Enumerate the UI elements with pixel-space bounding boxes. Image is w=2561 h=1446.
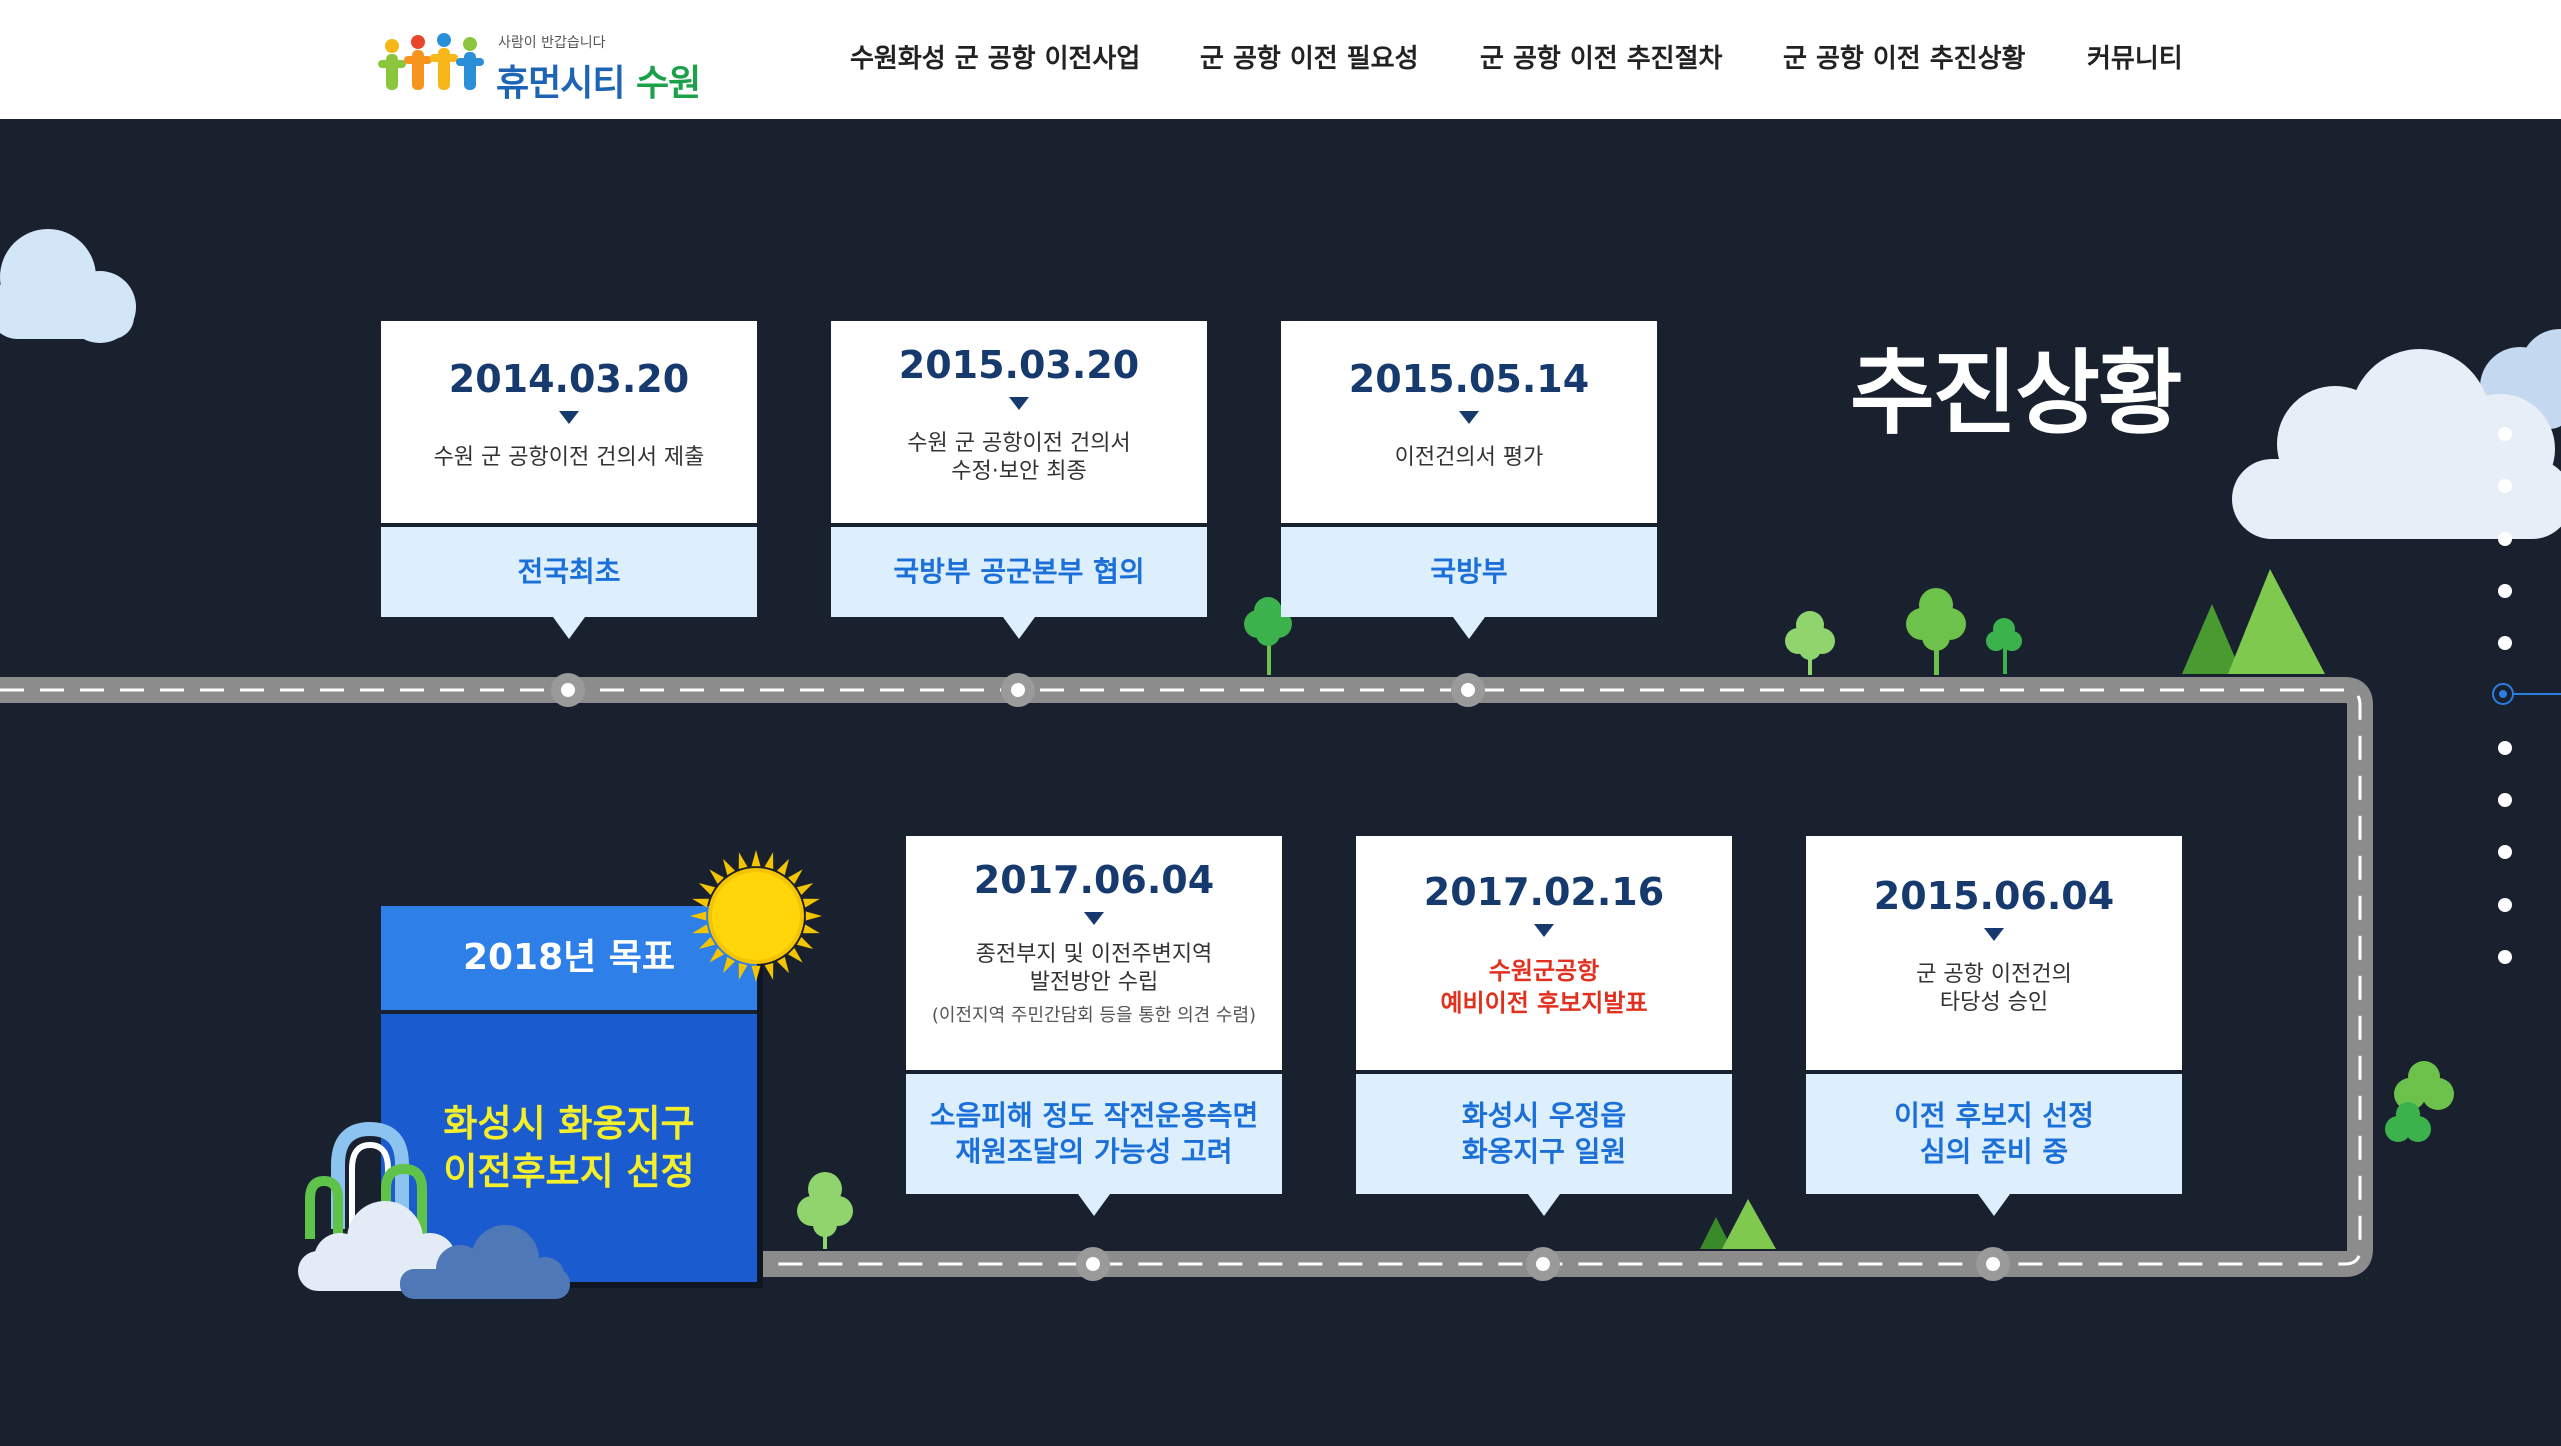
card-description: 군 공항 이전건의 타당성 승인: [1916, 962, 2072, 1015]
sun-ray: [796, 937, 814, 949]
tree-icon: [1785, 611, 1835, 675]
card-pointer: [1978, 1194, 2010, 1216]
timeline-card: 2015.05.14 이전건의서 평가 국방부: [1281, 321, 1657, 639]
timeline-node: [551, 673, 585, 707]
card-tag: 국방부: [1281, 523, 1657, 617]
sun-ray: [690, 911, 707, 921]
sun-ray: [764, 962, 774, 980]
caret-down-icon: [559, 411, 579, 424]
timeline-scene: 추진상황 2014.03.20 수원 군 공항이전 건의서 제출 전국최초 20…: [0, 119, 2561, 1446]
tree-icon: [797, 1172, 853, 1249]
pagination-dot[interactable]: [2498, 741, 2512, 755]
card-date: 2015.03.20: [898, 343, 1140, 387]
card-date: 2014.03.20: [448, 357, 690, 401]
caret-down-icon: [1984, 928, 2004, 941]
sun-ray: [788, 948, 803, 963]
sun-ray: [723, 858, 735, 876]
sun-ray: [738, 852, 748, 870]
sun-ray: [698, 937, 716, 949]
card-description: 수원군공항 예비이전 후보지발표: [1440, 957, 1648, 1017]
timeline-node: [1001, 673, 1035, 707]
sun-ray: [709, 869, 724, 884]
sun-ray: [738, 962, 748, 980]
sun-ray: [723, 956, 735, 974]
mountain-icon: [1700, 1199, 1776, 1249]
card-description: 수원 군 공항이전 건의서 수정·보안 최종: [907, 431, 1131, 484]
pagination-dot-active[interactable]: [2492, 683, 2514, 705]
pagination-dot[interactable]: [2498, 636, 2512, 650]
nav-item-status[interactable]: 군 공항 이전 추진상황: [1783, 38, 2025, 75]
tree-icon: [2385, 1061, 2454, 1142]
sun-ray: [751, 850, 761, 867]
card-tag: 국방부 공군본부 협의: [831, 523, 1207, 617]
sun-ray: [802, 898, 820, 908]
card-description: 종전부지 및 이전주변지역 발전방안 수립: [975, 942, 1213, 995]
sun-ray: [692, 898, 710, 908]
timeline-node: [1076, 1247, 1110, 1281]
arch-landmark-icon: [298, 1121, 570, 1299]
active-indicator-line: [2514, 693, 2561, 695]
timeline-card: 2017.02.16 수원군공항 예비이전 후보지발표 화성시 우정읍 화옹지구…: [1356, 836, 1732, 1216]
timeline-node: [1526, 1247, 1560, 1281]
main-nav: 수원화성 군 공항 이전사업 군 공항 이전 필요성 군 공항 이전 추진절차 …: [0, 38, 2561, 78]
card-date: 2015.06.04: [1873, 874, 2115, 918]
timeline-card: 2015.06.04 군 공항 이전건의 타당성 승인 이전 후보지 선정 심의…: [1806, 836, 2182, 1216]
card-tag: 이전 후보지 선정 심의 준비 중: [1806, 1070, 2182, 1194]
card-pointer: [1528, 1194, 1560, 1216]
pagination-dot[interactable]: [2498, 845, 2512, 859]
pagination-dot[interactable]: [2498, 532, 2512, 546]
sun-ray: [777, 858, 789, 876]
page-title: 추진상황: [1850, 340, 2183, 447]
card-tag: 화성시 우정읍 화옹지구 일원: [1356, 1070, 1732, 1194]
pagination-dot[interactable]: [2498, 427, 2512, 441]
mountain-icon: [2182, 569, 2325, 674]
pagination-dot[interactable]: [2498, 584, 2512, 598]
nav-item-project[interactable]: 수원화성 군 공항 이전사업: [850, 38, 1140, 75]
pagination-dot[interactable]: [2498, 479, 2512, 493]
card-pointer: [1003, 617, 1035, 639]
cloud-icon: [0, 229, 136, 343]
sun-ray: [692, 924, 710, 934]
timeline-card: 2017.06.04 종전부지 및 이전주변지역 발전방안 수립 (이전지역 주…: [906, 836, 1282, 1216]
pagination-dot[interactable]: [2498, 950, 2512, 964]
card-date: 2015.05.14: [1348, 357, 1590, 401]
sun-ray: [777, 956, 789, 974]
tree-icon: [1986, 618, 2022, 674]
sun-icon: [690, 850, 822, 982]
site-header: 사람이 반갑습니다 휴먼시티 수원 수원화성 군 공항 이전사업 군 공항 이전…: [0, 0, 2561, 119]
section-pagination: [2486, 427, 2561, 1087]
card-note: (이전지역 주민간담회 등을 통한 의견 수렴): [931, 1005, 1257, 1026]
card-pointer: [1453, 617, 1485, 639]
sun-ray: [709, 948, 724, 963]
card-description: 수원 군 공항이전 건의서 제출: [433, 445, 705, 470]
nav-item-procedure[interactable]: 군 공항 이전 추진절차: [1480, 38, 1722, 75]
timeline-card: 2015.03.20 수원 군 공항이전 건의서 수정·보안 최종 국방부 공군…: [831, 321, 1207, 639]
tree-icon: [1906, 588, 1966, 675]
card-date: 2017.02.16: [1423, 870, 1665, 914]
card-pointer: [553, 617, 585, 639]
sun-ray: [764, 852, 774, 870]
caret-down-icon: [1459, 411, 1479, 424]
card-tag: 전국최초: [381, 523, 757, 617]
caret-down-icon: [1084, 912, 1104, 925]
nav-item-necessity[interactable]: 군 공항 이전 필요성: [1200, 38, 1419, 75]
sun-ray: [788, 869, 803, 884]
timeline-node: [1451, 673, 1485, 707]
timeline-node: [1976, 1247, 2010, 1281]
card-tag: 소음피해 정도 작전운용측면 재원조달의 가능성 고려: [906, 1070, 1282, 1194]
card-date: 2017.06.04: [973, 858, 1215, 902]
caret-down-icon: [1009, 397, 1029, 410]
pagination-dot[interactable]: [2498, 793, 2512, 807]
sun-ray: [796, 883, 814, 895]
sun-ray: [698, 883, 716, 895]
card-pointer: [1078, 1194, 1110, 1216]
nav-item-community[interactable]: 커뮤니티: [2087, 38, 2183, 75]
caret-down-icon: [1534, 924, 1554, 937]
sun-ray: [802, 924, 820, 934]
sun-ray: [805, 911, 822, 921]
pagination-dot[interactable]: [2498, 898, 2512, 912]
card-description: 이전건의서 평가: [1394, 445, 1544, 470]
timeline-card: 2014.03.20 수원 군 공항이전 건의서 제출 전국최초: [381, 321, 757, 639]
sun-ray: [751, 965, 761, 982]
